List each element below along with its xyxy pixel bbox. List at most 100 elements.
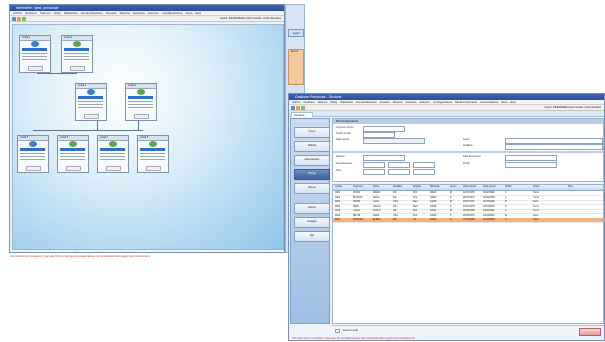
menu-item[interactable]: Configurazione bbox=[433, 100, 452, 104]
org-node[interactable]: Unità 2 bbox=[61, 35, 93, 73]
menu-item[interactable]: Archivi bbox=[13, 11, 22, 15]
table-cell: F bbox=[450, 196, 452, 199]
table-cell: Med. bbox=[413, 205, 419, 208]
field-label: Note bbox=[336, 169, 342, 172]
org-node[interactable]: Unità 8 bbox=[137, 135, 169, 173]
column-header[interactable]: Note bbox=[568, 186, 573, 188]
qualification-field[interactable] bbox=[505, 144, 603, 150]
notes-field[interactable] bbox=[363, 169, 385, 175]
print-button[interactable]: Stampa bbox=[294, 169, 330, 180]
menu-item[interactable]: Gestione bbox=[25, 11, 37, 15]
node-button[interactable] bbox=[84, 114, 99, 119]
node-button[interactable] bbox=[26, 166, 41, 171]
birthdate-field[interactable] bbox=[363, 138, 425, 144]
column-header[interactable]: Cognome bbox=[353, 186, 363, 188]
refresh-icon[interactable] bbox=[22, 17, 26, 21]
org-node[interactable]: Unità 4 bbox=[125, 83, 157, 121]
table-cell: F bbox=[450, 219, 452, 221]
group-icon bbox=[149, 141, 157, 147]
column-header[interactable]: Matricola bbox=[430, 186, 439, 188]
detail-button[interactable]: Dettaglio bbox=[294, 217, 330, 228]
grade-field-3[interactable] bbox=[413, 162, 435, 168]
table-cell: A bbox=[505, 210, 507, 212]
node-button[interactable] bbox=[134, 114, 149, 119]
table-cell: 10029 bbox=[430, 219, 437, 221]
table-cell: GIULIA bbox=[373, 205, 381, 208]
column-header[interactable]: Nome bbox=[373, 186, 379, 188]
table-cell: F bbox=[450, 214, 452, 217]
menu-item[interactable]: Finestre bbox=[380, 100, 390, 104]
node-button[interactable] bbox=[146, 166, 161, 171]
column-header[interactable]: Codice bbox=[335, 186, 342, 188]
node-button[interactable] bbox=[70, 66, 85, 71]
grade-field-2[interactable] bbox=[388, 162, 410, 168]
nav-button-label: Modifica bbox=[307, 145, 317, 147]
menu-item[interactable]: Modulo Permessi bbox=[455, 100, 477, 104]
menu-item[interactable]: Aiuto bbox=[501, 100, 507, 104]
close-button[interactable] bbox=[579, 328, 601, 336]
menu-item[interactable]: Archivi bbox=[292, 100, 300, 104]
new-button[interactable]: Nuovo bbox=[294, 127, 330, 138]
department-field[interactable] bbox=[363, 155, 405, 161]
menu-item[interactable]: Autorizz. bbox=[419, 100, 430, 104]
org-node[interactable]: Unità 1 bbox=[19, 35, 51, 73]
notes-field-3[interactable] bbox=[413, 169, 435, 175]
table-cell: OSS bbox=[393, 214, 398, 217]
refresh-icon[interactable] bbox=[301, 106, 305, 110]
node-selection bbox=[140, 148, 165, 151]
menu-item[interactable]: Aiuto bbox=[186, 11, 193, 15]
column-header[interactable]: Reparto bbox=[413, 186, 421, 188]
menu-item[interactable]: Utility bbox=[330, 100, 337, 104]
menu-item[interactable]: Finestre bbox=[106, 11, 117, 15]
menu-item[interactable]: Statistiche bbox=[64, 11, 78, 15]
folder-icon[interactable] bbox=[17, 17, 21, 21]
menu-item[interactable]: Gestione bbox=[303, 100, 314, 104]
edit-button[interactable]: Modifica bbox=[294, 141, 330, 152]
home-icon[interactable] bbox=[291, 106, 295, 110]
node-button[interactable] bbox=[66, 166, 81, 171]
menu-item[interactable]: Configurazione bbox=[162, 11, 182, 15]
column-header[interactable]: Profilo bbox=[505, 186, 512, 188]
table-cell: ELENA bbox=[373, 219, 381, 221]
hire-date-field[interactable] bbox=[505, 155, 557, 161]
next-button[interactable]: Avanti bbox=[288, 29, 304, 37]
menu-item[interactable]: Comunicazioni bbox=[480, 100, 498, 104]
delete-button[interactable]: Elimina bbox=[294, 203, 330, 214]
menu-item[interactable]: Amministrazione bbox=[81, 11, 103, 15]
table-row[interactable]: 0007 ROMANO ELENA INF Ort. 10029 F 17/02/1980 01… bbox=[333, 218, 603, 223]
org-node[interactable]: Unità 7 bbox=[97, 135, 129, 173]
notes-field-2[interactable] bbox=[388, 169, 410, 175]
menu-item[interactable]: Autorizz. bbox=[148, 11, 160, 15]
node-button[interactable] bbox=[106, 166, 121, 171]
menu-item[interactable]: Gestione bbox=[405, 100, 416, 104]
profile-field[interactable] bbox=[505, 162, 557, 168]
menu-item[interactable]: Stampe bbox=[318, 100, 328, 104]
home-icon[interactable] bbox=[12, 17, 16, 21]
menu-item[interactable]: Amministrazione bbox=[356, 100, 377, 104]
tab-personnel[interactable]: Gestione personale bbox=[291, 112, 313, 122]
menu-item[interactable]: Gestione bbox=[133, 11, 145, 15]
menu-item[interactable]: Statistiche bbox=[340, 100, 353, 104]
column-header[interactable]: Data nascita bbox=[463, 186, 476, 188]
column-header[interactable]: Orario bbox=[533, 186, 539, 188]
exit-button[interactable]: Esci bbox=[294, 231, 330, 242]
column-header[interactable]: Sesso bbox=[450, 186, 456, 188]
org-node[interactable]: Unità 3 bbox=[75, 83, 107, 121]
node-button[interactable] bbox=[28, 66, 43, 71]
folder-icon[interactable] bbox=[296, 106, 300, 110]
personal-data-button[interactable]: Dati anagrafici bbox=[294, 155, 330, 166]
search-button[interactable]: Ricerca bbox=[294, 183, 330, 194]
org-node[interactable]: Unità 6 bbox=[57, 135, 89, 173]
grade-field[interactable] bbox=[363, 162, 385, 168]
node-selection bbox=[100, 148, 125, 151]
menu-item[interactable]: Esci bbox=[511, 100, 516, 104]
menu-item[interactable]: Ricerca bbox=[393, 100, 402, 104]
menu-item[interactable]: Ricerca bbox=[120, 11, 130, 15]
column-header[interactable]: Qualifica bbox=[393, 186, 402, 188]
menu-item[interactable]: Esci bbox=[195, 11, 201, 15]
column-header[interactable]: Data assunz. bbox=[483, 186, 496, 188]
menu-item[interactable]: Utility bbox=[53, 11, 60, 15]
menu-item[interactable]: Stampe bbox=[40, 11, 50, 15]
table-cell: A bbox=[505, 205, 507, 208]
org-node[interactable]: Unità 5 bbox=[17, 135, 49, 173]
